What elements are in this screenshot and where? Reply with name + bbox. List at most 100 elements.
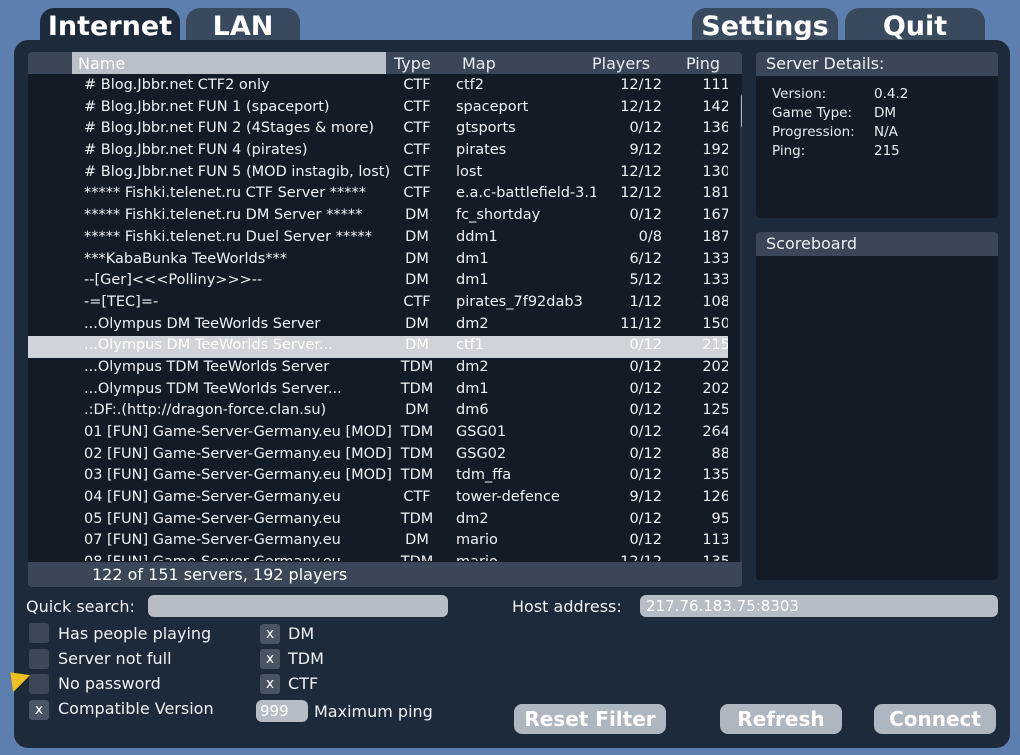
server-name: --[Ger]<<<Polliny>>>-- bbox=[84, 272, 263, 289]
server-type: DM bbox=[405, 272, 429, 289]
scrollbar[interactable] bbox=[740, 92, 742, 567]
server-row[interactable]: 02 [FUN] Game-Server-Germany.eu [MOD] TDM… bbox=[28, 445, 728, 467]
column-header-players[interactable]: Players bbox=[592, 54, 650, 73]
server-players: 0/12 bbox=[629, 380, 662, 397]
server-rows: # Blog.Jbbr.net CTF2 only CTF ctf2 12/12 111… bbox=[28, 76, 728, 561]
ctf-label: CTF bbox=[288, 674, 319, 693]
server-type: CTF bbox=[403, 98, 431, 115]
server-players: 0/12 bbox=[629, 424, 662, 440]
connect-button[interactable]: Connect bbox=[874, 704, 996, 734]
server-name: 05 [FUN] Game-Server-Germany.eu bbox=[84, 510, 341, 527]
server-type: DM bbox=[405, 228, 429, 245]
tdm-label: TDM bbox=[288, 649, 324, 668]
server-ping: 142 bbox=[702, 98, 728, 115]
server-players: 0/12 bbox=[629, 337, 662, 354]
server-row[interactable]: # Blog.Jbbr.net FUN 1 (spaceport) CTF spac… bbox=[28, 98, 728, 120]
scrollbar-thumb[interactable] bbox=[741, 93, 742, 129]
server-name: # Blog.Jbbr.net FUN 5 (MOD instagib, los… bbox=[84, 163, 391, 180]
server-row[interactable]: 08 [FUN] Game-Server-Germany.euTDM mario 1… bbox=[28, 553, 728, 561]
server-row[interactable]: 05 [FUN] Game-Server-Germany.eu TDM dm2 0/1… bbox=[28, 510, 728, 532]
column-header-name[interactable]: Name bbox=[78, 54, 125, 73]
server-name: -=[TEC]=- bbox=[84, 293, 159, 310]
server-name: # Blog.Jbbr.net FUN 4 (pirates) bbox=[84, 142, 308, 159]
server-name: ...Olympus TDM TeeWorlds Server bbox=[84, 358, 330, 375]
scoreboard-title: Scoreboard bbox=[756, 232, 998, 256]
server-row[interactable]: ...Olympus TDM TeeWorlds Server TDM dm2 0/1… bbox=[28, 358, 728, 380]
server-type: CTF bbox=[403, 185, 431, 202]
server-name: 03 [FUN] Game-Server-Germany.eu [MOD] bbox=[84, 467, 392, 484]
server-type: CTF bbox=[403, 142, 431, 159]
server-list: Name Type Map Players Ping # Blog.Jbbr.n… bbox=[28, 52, 742, 587]
server-name: 01 [FUN] Game-Server-Germany.eu [MOD] bbox=[84, 424, 392, 440]
server-row[interactable]: # Blog.Jbbr.net CTF2 only CTF ctf2 12/12 111 bbox=[28, 76, 728, 98]
server-type: TDM bbox=[400, 424, 434, 440]
host-address-input[interactable]: 217.76.183.75:8303 bbox=[640, 595, 998, 617]
server-ping: 215 bbox=[702, 337, 728, 354]
compatible-label: Compatible Version bbox=[58, 699, 214, 718]
server-name: # Blog.Jbbr.net FUN 1 (spaceport) bbox=[84, 98, 330, 115]
server-ping: 187 bbox=[702, 228, 728, 245]
server-map: dm1 bbox=[456, 272, 489, 289]
server-ping: 88 bbox=[711, 445, 728, 462]
server-row[interactable]: 07 [FUN] Game-Server-Germany.eu DM mario 0/… bbox=[28, 531, 728, 553]
compatible-checkbox[interactable]: x bbox=[29, 700, 49, 720]
server-name: # Blog.Jbbr.net FUN 2 (4Stages & more) bbox=[84, 120, 375, 137]
server-players: 0/12 bbox=[629, 510, 662, 527]
server-type: DM bbox=[405, 207, 429, 224]
server-players: 0/12 bbox=[629, 358, 662, 375]
column-header-map[interactable]: Map bbox=[462, 54, 496, 73]
max-ping-label: Maximum ping bbox=[314, 702, 433, 721]
detail-game-type: Game Type: DM bbox=[756, 103, 998, 122]
quick-search-input[interactable] bbox=[148, 595, 448, 617]
server-row[interactable]: 01 [FUN] Game-Server-Germany.eu [MOD] TDM… bbox=[28, 423, 728, 445]
server-row[interactable]: 03 [FUN] Game-Server-Germany.eu [MOD] TDM… bbox=[28, 466, 728, 488]
column-header-type[interactable]: Type bbox=[394, 54, 431, 73]
server-row[interactable]: .:DF:.(http://dragon-force.clan.su) DM dm6… bbox=[28, 401, 728, 423]
refresh-button[interactable]: Refresh bbox=[720, 704, 842, 734]
server-ping: 113 bbox=[702, 532, 728, 549]
server-name: ***** Fishki.telenet.ru Duel Server ****… bbox=[84, 228, 372, 245]
server-players: 0/12 bbox=[629, 445, 662, 462]
server-map: spaceport bbox=[456, 98, 529, 115]
server-row[interactable]: ***** Fishki.telenet.ru Duel Server ****… bbox=[28, 228, 728, 250]
server-row[interactable]: ...Olympus DM TeeWorlds Server DM dm2 11/12… bbox=[28, 315, 728, 337]
detail-progression: Progression: N/A bbox=[756, 122, 998, 141]
server-row[interactable]: ***** Fishki.telenet.ru DM Server ***** D… bbox=[28, 206, 728, 228]
server-row[interactable]: ...Olympus TDM TeeWorlds Server... TDM dm1… bbox=[28, 380, 728, 402]
server-map: GSG01 bbox=[456, 424, 507, 440]
tdm-checkbox[interactable]: x bbox=[260, 649, 280, 669]
ctf-checkbox[interactable]: x bbox=[260, 674, 280, 694]
server-row[interactable]: # Blog.Jbbr.net FUN 4 (pirates) CTF pirate… bbox=[28, 141, 728, 163]
dm-checkbox[interactable]: x bbox=[260, 624, 280, 644]
not-full-checkbox[interactable] bbox=[29, 649, 49, 669]
server-ping: 130 bbox=[702, 163, 728, 180]
max-ping-input[interactable]: 999 bbox=[256, 700, 308, 722]
column-header-ping[interactable]: Ping bbox=[686, 54, 720, 73]
reset-filter-button[interactable]: Reset Filter bbox=[514, 704, 666, 734]
server-row[interactable]: ...Olympus DM TeeWorlds Server... DM ctf1 0… bbox=[28, 336, 728, 358]
server-row[interactable]: --[Ger]<<<Polliny>>>-- DM dm1 5/12 133 bbox=[28, 271, 728, 293]
server-players: 12/12 bbox=[602, 554, 662, 561]
server-list-header: Name Type Map Players Ping bbox=[28, 52, 742, 74]
server-map: tower-defence bbox=[456, 489, 560, 506]
server-type: DM bbox=[405, 402, 429, 419]
detail-ping: Ping: 215 bbox=[756, 141, 998, 160]
server-row[interactable]: ***** Fishki.telenet.ru CTF Server *****… bbox=[28, 184, 728, 206]
server-ping: 192 bbox=[702, 142, 728, 159]
server-row[interactable]: 04 [FUN] Game-Server-Germany.eu CTF tower-… bbox=[28, 488, 728, 510]
detail-label: Ping: bbox=[772, 143, 806, 159]
detail-value: N/A bbox=[874, 124, 898, 140]
server-players: 12/12 bbox=[620, 185, 662, 202]
server-name: 07 [FUN] Game-Server-Germany.eu bbox=[84, 532, 341, 549]
server-name: ...Olympus DM TeeWorlds Server bbox=[84, 315, 321, 332]
scoreboard-panel: Scoreboard bbox=[756, 232, 998, 580]
no-password-checkbox[interactable] bbox=[29, 674, 49, 694]
server-row[interactable]: # Blog.Jbbr.net FUN 2 (4Stages & more) CT… bbox=[28, 119, 728, 141]
has-people-checkbox[interactable] bbox=[29, 623, 49, 643]
server-map: gtsports bbox=[456, 120, 516, 137]
server-row[interactable]: -=[TEC]=- CTF pirates_7f92dab3 1/12 108 bbox=[28, 293, 728, 315]
server-row[interactable]: # Blog.Jbbr.net FUN 5 (MOD instagib, los… bbox=[28, 163, 728, 185]
server-row[interactable]: ***KabaBunka TeeWorlds*** DM dm1 6/12 133 bbox=[28, 250, 728, 272]
server-map: ctf1 bbox=[456, 337, 484, 354]
server-name: ...Olympus DM TeeWorlds Server... bbox=[84, 337, 333, 354]
